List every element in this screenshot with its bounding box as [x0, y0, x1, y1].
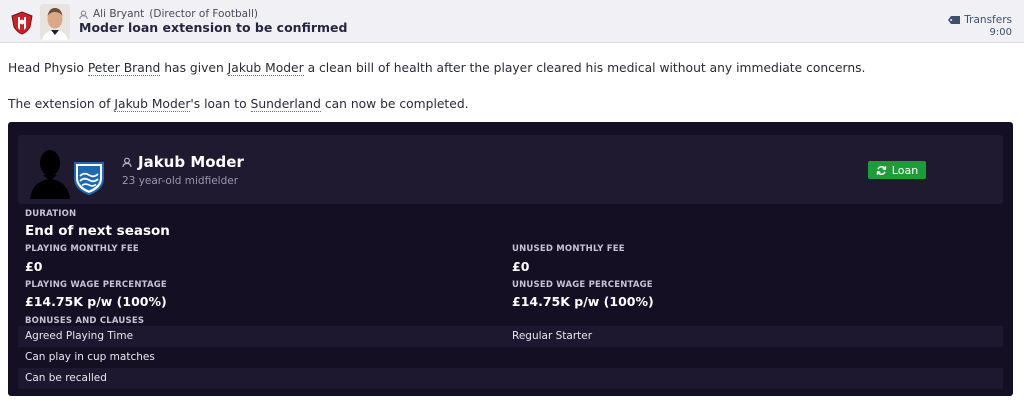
player-description: 23 year-old midfielder [122, 175, 239, 187]
physio-link[interactable]: Peter Brand [87, 61, 161, 76]
message-subject: Moder loan extension to be confirmed [79, 20, 348, 35]
category-label[interactable]: Transfers [964, 14, 1012, 26]
playing-fee-label: PLAYING MONTHLY FEE [25, 244, 139, 254]
unused-wage-value: £14.75K p/w (100%) [512, 294, 654, 309]
loan-details-panel: Jakub Moder 23 year-old midfielder Loan … [8, 122, 1013, 396]
text-fragment: 's loan to [190, 97, 251, 111]
clause-name: Can be recalled [25, 372, 107, 384]
playing-fee-value: £0 [25, 259, 43, 274]
club-crest-icon[interactable] [73, 161, 105, 195]
person-icon [79, 10, 88, 19]
clause-value: Regular Starter [512, 330, 593, 342]
club-link[interactable]: Sunderland [250, 97, 321, 112]
unused-wage-label: UNUSED WAGE PERCENTAGE [512, 280, 653, 290]
unused-fee-value: £0 [512, 259, 530, 274]
text-fragment: has given [160, 61, 228, 75]
playing-wage-value: £14.75K p/w (100%) [25, 294, 167, 309]
sender-name[interactable]: Ali Bryant [93, 8, 144, 20]
message-header: Ali Bryant (Director of Football) Moder … [0, 0, 1024, 43]
text-fragment: Head Physio [8, 61, 88, 75]
loan-button[interactable]: Loan [868, 161, 926, 179]
text-fragment: can now be completed. [320, 97, 469, 111]
sender-avatar[interactable] [40, 4, 70, 40]
duration-label: DURATION [25, 209, 77, 219]
category-link[interactable]: Transfers [948, 14, 1012, 26]
message-paragraph-2: The extension of Jakub Moder's loan to S… [8, 97, 469, 112]
player-link[interactable]: Jakub Moder [114, 97, 191, 112]
unused-fee-label: UNUSED MONTHLY FEE [512, 244, 625, 254]
clause-name: Agreed Playing Time [25, 330, 134, 342]
loan-button-label[interactable]: Loan [892, 164, 918, 177]
player-link[interactable]: Jakub Moder [227, 61, 304, 76]
clause-row: Can be recalled [18, 368, 1003, 389]
sender-line: Ali Bryant (Director of Football) [79, 8, 258, 20]
player-silhouette-icon[interactable] [30, 147, 70, 199]
person-icon [122, 157, 132, 167]
message-time: 9:00 [989, 27, 1012, 38]
playing-wage-label: PLAYING WAGE PERCENTAGE [25, 280, 167, 290]
player-card: Jakub Moder 23 year-old midfielder Loan [18, 135, 1003, 204]
club-badge-icon[interactable] [11, 11, 33, 35]
clause-row: Can play in cup matches [18, 347, 1003, 368]
duration-value: End of next season [25, 223, 170, 239]
text-fragment: The extension of [8, 97, 115, 111]
refresh-icon [876, 165, 887, 175]
message-paragraph-1: Head Physio Peter Brand has given Jakub … [8, 61, 866, 76]
clause-row: Agreed Playing Time Regular Starter [18, 326, 1003, 347]
player-name-row: Jakub Moder [122, 153, 244, 171]
player-name[interactable]: Jakub Moder [138, 153, 244, 171]
sender-role: (Director of Football) [149, 8, 259, 20]
text-fragment: a clean bill of health after the player … [303, 61, 866, 75]
tag-icon [948, 16, 961, 24]
clause-name: Can play in cup matches [25, 351, 155, 363]
bonuses-label: BONUSES AND CLAUSES [25, 316, 145, 326]
